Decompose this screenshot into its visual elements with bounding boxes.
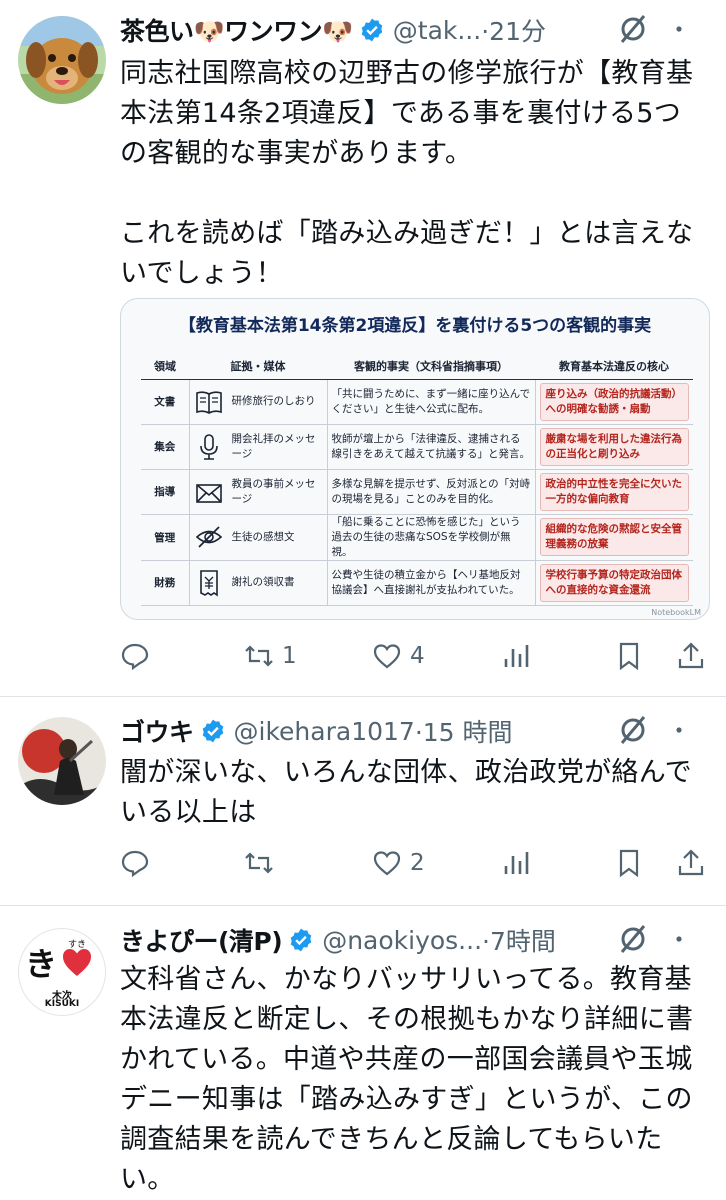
row-area: 財務: [141, 560, 190, 606]
post-2[interactable]: ゴウキ @ikehara1017 ·15 時間 闇が深いな、いろんな団体、政治政…: [0, 697, 726, 905]
heart-icon: [373, 644, 401, 669]
evidence-table: 領域 証拠・媒体 客観的事実（文科省指摘事項） 教育基本法違反の核心 文書 研修…: [141, 353, 693, 606]
attached-image-card[interactable]: 【教育基本法第14条第2項違反】を裏付ける5つの客観的事実 領域 証拠・媒体 客…: [120, 298, 710, 620]
row-fact: 「船に乗ることに恐怖を感じた」という過去の生徒の悲痛なSOSを学校側が無視。: [327, 514, 536, 561]
post-time[interactable]: ·15 時間: [415, 713, 513, 749]
post-text: 文科省さん、かなりバッサリいってる。教育基本法違反と断定し、その根拠もかなり詳細…: [120, 964, 694, 1195]
row-core: 厳粛な場を利用した違法行為の正当化と刷り込み: [539, 427, 689, 466]
reply-button[interactable]: [120, 843, 158, 883]
repost-icon: [245, 645, 273, 667]
post-text: 同志社国際高校の辺野古の修学旅行が【教育基本法第14条2項違反】である事を裏付け…: [120, 58, 694, 289]
reply-button[interactable]: [120, 636, 158, 676]
like-button[interactable]: 2: [372, 843, 425, 883]
header-area: 領域: [141, 353, 189, 380]
like-count: 4: [410, 643, 425, 669]
repost-icon: [245, 852, 273, 874]
share-button[interactable]: [676, 636, 706, 676]
avatar-main-char: き: [25, 945, 58, 983]
eye-slash-icon: [195, 526, 222, 548]
row-area: 文書: [141, 379, 190, 425]
more-icon[interactable]: [662, 922, 696, 956]
post-1[interactable]: 茶色い🐶ワンワン🐶 @tak... ·21分 同志社国際高校の辺野古の修学旅行が…: [0, 0, 726, 696]
bookmark-icon: [619, 642, 639, 671]
views-button[interactable]: [502, 843, 532, 883]
author-handle[interactable]: @naokiyos...: [322, 926, 482, 955]
more-icon[interactable]: [662, 12, 696, 46]
more-icon[interactable]: [662, 713, 696, 747]
grok-icon[interactable]: [618, 12, 648, 46]
row-fact: 牧師が壇上から「法律違反、逮捕される線引きをあえて越えて抗議する」と発言。: [327, 424, 536, 470]
header-evidence: 証拠・媒体: [189, 353, 327, 380]
like-button[interactable]: 4: [372, 636, 425, 676]
row-fact: 多様な見解を提示せず、反対派との「対峙の現場を見る」ことのみを目的化。: [327, 469, 536, 515]
verified-badge-icon: [361, 18, 383, 42]
row-evidence: 謝礼の領収書: [231, 576, 295, 588]
row-area: 管理: [141, 514, 190, 561]
author-name[interactable]: ゴウキ: [120, 713, 194, 749]
card-watermark: NotebookLM: [651, 608, 701, 617]
row-area: 指導: [141, 469, 190, 515]
avatar-dog[interactable]: [18, 16, 106, 104]
receipt-icon: [199, 569, 218, 596]
envelope-icon: [195, 483, 222, 503]
table-row: 集会 開会礼拝のメッセージ 牧師が壇上から「法律違反、逮捕される線引きをあえて越…: [141, 424, 693, 470]
table-row: 財務 謝礼の領収書 公費や生徒の積立金から【ヘリ基地反対協議会】へ直接謝礼が支払…: [141, 560, 693, 606]
table-row: 文書 研修旅行のしおり 「共に闘うために、まず一緒に座り込んでください」と生徒へ…: [141, 379, 693, 425]
verified-badge-icon: [290, 928, 312, 952]
row-evidence: 研修旅行のしおり: [231, 395, 316, 407]
microphone-icon: [199, 433, 218, 460]
action-bar: 1 4: [120, 636, 706, 676]
views-icon: [504, 645, 529, 667]
like-count: 2: [410, 850, 425, 876]
grok-icon[interactable]: [618, 713, 648, 747]
row-core: 座り込み（政治的抗議活動）への明確な勧誘・扇動: [539, 382, 689, 421]
post-time[interactable]: ·7時間: [482, 922, 556, 958]
avatar-kisuki[interactable]: き すき 木次 KISUKI: [18, 928, 106, 1016]
header-core: 教育基本法違反の核心: [535, 353, 693, 380]
views-icon: [504, 852, 529, 874]
row-fact: 「共に闘うために、まず一緒に座り込んでください」と生徒へ公式に配布。: [327, 379, 536, 425]
author-handle[interactable]: @tak...: [393, 16, 481, 45]
row-core: 学校行事予算の特定政治団体への直接的な資金還流: [539, 563, 689, 602]
avatar-goki[interactable]: [18, 717, 106, 805]
header-fact: 客観的事実（文科省指摘事項）: [327, 353, 535, 380]
bookmark-button[interactable]: [614, 843, 644, 883]
book-icon: [195, 390, 222, 414]
action-bar: 2: [120, 843, 706, 883]
avatar-name-roman: KISUKI: [44, 999, 80, 1009]
reply-icon: [121, 643, 149, 671]
row-core: 政治的中立性を完全に欠いた一方的な偏向教育: [539, 472, 689, 511]
repost-button[interactable]: 1: [244, 636, 297, 676]
repost-button[interactable]: [244, 843, 282, 883]
table-row: 指導 教員の事前メッセージ 多様な見解を提示せず、反対派との「対峙の現場を見る」…: [141, 469, 693, 515]
author-name[interactable]: きよぴー(清P): [120, 922, 283, 958]
reply-icon: [121, 850, 149, 878]
share-icon: [678, 849, 704, 876]
post-time[interactable]: ·21分: [481, 12, 546, 48]
heart-icon: [373, 851, 401, 876]
share-button[interactable]: [676, 843, 706, 883]
post-3[interactable]: き すき 木次 KISUKI きよぴー(清P) @naokiyos... ·7時…: [0, 906, 726, 1200]
verified-badge-icon: [202, 719, 223, 743]
row-area: 集会: [141, 424, 190, 470]
row-evidence: 生徒の感想文: [231, 530, 295, 543]
repost-count: 1: [282, 643, 297, 669]
row-fact: 公費や生徒の積立金から【ヘリ基地反対協議会】へ直接謝礼が支払われていた。: [327, 560, 536, 606]
row-evidence: 教員の事前メッセージ: [231, 477, 316, 505]
row-evidence: 開会礼拝のメッセージ: [231, 432, 316, 460]
heart-icon: [63, 949, 91, 976]
views-button[interactable]: [502, 636, 532, 676]
share-icon: [678, 642, 704, 669]
grok-icon[interactable]: [618, 922, 648, 956]
author-handle[interactable]: @ikehara1017: [234, 717, 415, 746]
bookmark-button[interactable]: [614, 636, 644, 676]
row-core: 組織的な危険の黙認と安全管理義務の放棄: [539, 518, 689, 556]
post-text: 闇が深いな、いろんな団体、政治政党が絡んでいる以上は: [120, 757, 692, 828]
table-row: 管理 生徒の感想文 「船に乗ることに恐怖を感じた」という過去の生徒の悲痛なSOS…: [141, 514, 693, 561]
bookmark-icon: [619, 849, 639, 878]
author-name[interactable]: 茶色い🐶ワンワン🐶: [120, 12, 353, 48]
card-title: 【教育基本法第14条第2項違反】を裏付ける5つの客観的事実: [178, 316, 652, 336]
